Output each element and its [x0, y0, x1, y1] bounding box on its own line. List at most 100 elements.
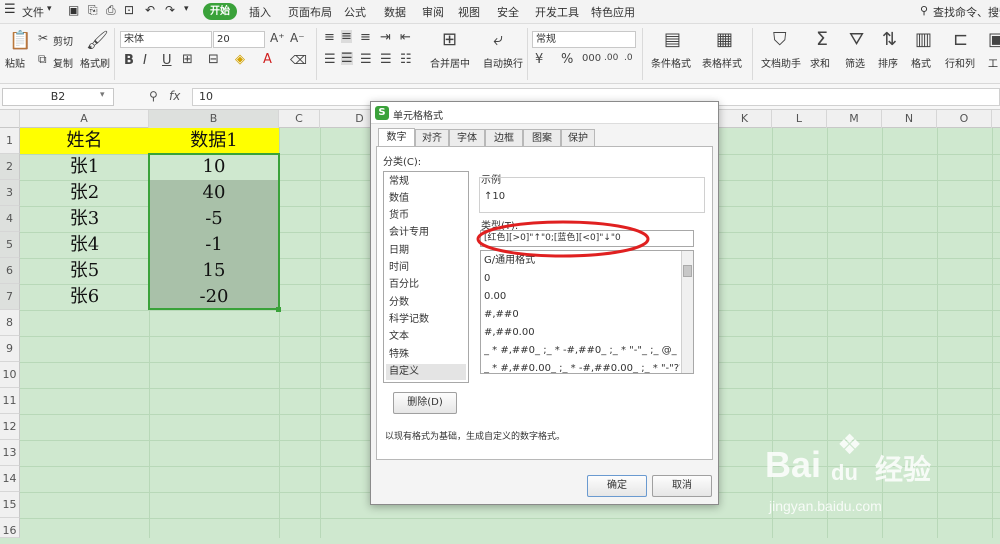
- list-item[interactable]: 常规: [386, 174, 466, 190]
- chevron-down-icon[interactable]: ▾: [100, 90, 105, 100]
- list-item[interactable]: 分数: [386, 295, 466, 311]
- paste-icon[interactable]: 📋: [9, 32, 31, 50]
- tab-number[interactable]: 数字: [378, 128, 415, 147]
- row-header[interactable]: 13: [0, 440, 20, 466]
- row-header[interactable]: 15: [0, 492, 20, 518]
- row-header[interactable]: 8: [0, 310, 20, 336]
- list-item[interactable]: 文本: [386, 329, 466, 345]
- format-list[interactable]: G/通用格式 0 0.00 #,##0 #,##0.00 _ * #,##0_ …: [480, 250, 694, 374]
- category-list[interactable]: 常规 数值 货币 会计专用 日期 时间 百分比 分数 科学记数 文本 特殊 自定…: [383, 171, 469, 383]
- search-command[interactable]: 查找命令、搜索: [933, 4, 1000, 20]
- tab-security[interactable]: 安全: [497, 4, 519, 20]
- column-header[interactable]: N: [882, 110, 937, 128]
- tab-review[interactable]: 审阅: [422, 4, 444, 20]
- table-cell[interactable]: -5: [149, 206, 279, 232]
- worksheet-button[interactable]: 工: [988, 55, 998, 70]
- tab-data[interactable]: 数据: [384, 4, 406, 20]
- distribute-icon[interactable]: ☷: [400, 53, 412, 66]
- table-cell[interactable]: 张6: [20, 284, 149, 310]
- row-header[interactable]: 12: [0, 414, 20, 440]
- worksheet-icon[interactable]: ▣: [988, 31, 1000, 49]
- list-item-selected[interactable]: 自定义: [386, 364, 466, 380]
- column-header[interactable]: O: [937, 110, 992, 128]
- align-middle-icon[interactable]: ≡: [341, 30, 352, 43]
- list-item[interactable]: #,##0: [484, 307, 680, 323]
- chevron-down-icon[interactable]: ▾: [47, 4, 52, 14]
- list-item[interactable]: 特殊: [386, 347, 466, 363]
- name-box[interactable]: B2: [2, 88, 114, 106]
- bold-icon[interactable]: B: [124, 54, 134, 67]
- list-item[interactable]: 会计专用: [386, 225, 466, 241]
- table-style-button[interactable]: 表格样式: [702, 55, 742, 70]
- justify-icon[interactable]: ☰: [380, 53, 392, 66]
- merge-center-button[interactable]: 合并居中: [430, 55, 470, 70]
- sum-icon[interactable]: Σ: [816, 30, 828, 49]
- hamburger-icon[interactable]: ☰: [4, 2, 16, 17]
- table-cell[interactable]: 张5: [20, 258, 149, 284]
- table-cell[interactable]: 40: [149, 180, 279, 206]
- table-cell[interactable]: 张4: [20, 232, 149, 258]
- currency-icon[interactable]: ¥: [535, 53, 543, 66]
- cut-button[interactable]: 剪切: [53, 33, 73, 48]
- percent-icon[interactable]: %: [561, 53, 573, 66]
- delete-button[interactable]: 删除(D): [393, 392, 457, 414]
- list-item[interactable]: 百分比: [386, 277, 466, 293]
- header-cell-data1[interactable]: 数据1: [149, 128, 279, 154]
- row-header[interactable]: 2: [0, 154, 20, 180]
- tab-insert[interactable]: 插入: [249, 4, 271, 20]
- header-cell-name[interactable]: 姓名: [20, 128, 149, 154]
- scrollbar-thumb[interactable]: [683, 265, 692, 277]
- align-right-icon[interactable]: ☰: [360, 53, 372, 66]
- tab-page-layout[interactable]: 页面布局: [288, 4, 332, 20]
- column-header[interactable]: M: [827, 110, 882, 128]
- column-header[interactable]: K: [718, 110, 772, 128]
- dialog-title-bar[interactable]: S 单元格格式: [371, 102, 718, 124]
- border-icon[interactable]: ⊞: [182, 53, 193, 66]
- table-cell[interactable]: -20: [149, 284, 279, 310]
- list-item[interactable]: _ * #,##0_ ;_ * -#,##0_ ;_ * "-"_ ;_ @_: [484, 343, 680, 359]
- outdent-icon[interactable]: ⇤: [400, 31, 411, 44]
- preview-icon[interactable]: ⊡: [124, 3, 134, 17]
- chevron-down-icon[interactable]: ▾: [184, 4, 189, 14]
- paste-button[interactable]: 粘贴: [5, 55, 25, 70]
- filter-icon[interactable]: ⛛: [849, 31, 864, 49]
- select-all-corner[interactable]: [0, 110, 20, 128]
- conditional-format-button[interactable]: 条件格式: [651, 55, 691, 70]
- row-header[interactable]: 7: [0, 284, 20, 310]
- zoom-icon[interactable]: ⚲: [149, 89, 158, 103]
- tab-font[interactable]: 字体: [449, 129, 485, 147]
- format-icon[interactable]: ▥: [915, 31, 932, 49]
- tab-view[interactable]: 视图: [458, 4, 480, 20]
- font-color-icon[interactable]: A: [263, 53, 272, 66]
- merge-center-icon[interactable]: ⊞: [442, 31, 457, 49]
- increase-font-icon[interactable]: A⁺: [270, 32, 285, 44]
- copy-button[interactable]: 复制: [53, 55, 73, 70]
- decrease-font-icon[interactable]: A⁻: [290, 32, 305, 44]
- fill-color-icon[interactable]: ◈: [235, 53, 245, 66]
- list-item[interactable]: 数值: [386, 191, 466, 207]
- table-cell[interactable]: -1: [149, 232, 279, 258]
- undo-icon[interactable]: ↶: [145, 3, 155, 17]
- ok-button[interactable]: 确定: [587, 475, 647, 497]
- table-cell[interactable]: 张3: [20, 206, 149, 232]
- align-left-icon[interactable]: ☰: [324, 53, 336, 66]
- wrap-text-icon[interactable]: ⤶: [493, 31, 503, 49]
- column-header[interactable]: C: [279, 110, 320, 128]
- column-header[interactable]: L: [772, 110, 827, 128]
- list-item[interactable]: 时间: [386, 260, 466, 276]
- menu-file[interactable]: 文件: [22, 4, 44, 20]
- row-header[interactable]: 1: [0, 128, 20, 154]
- list-item[interactable]: 货币: [386, 208, 466, 224]
- save-icon[interactable]: ▣: [68, 3, 79, 17]
- print-icon[interactable]: ⎙: [106, 3, 116, 18]
- table-cell[interactable]: 张1: [20, 154, 149, 180]
- tab-special[interactable]: 特色应用: [591, 4, 635, 20]
- tab-home[interactable]: 开始: [203, 3, 237, 20]
- column-header[interactable]: A: [20, 110, 149, 128]
- list-item[interactable]: 0: [484, 271, 680, 287]
- font-size-select[interactable]: 20: [213, 31, 265, 48]
- column-header[interactable]: B: [149, 110, 279, 128]
- table-cell[interactable]: 10: [149, 154, 279, 180]
- tab-border[interactable]: 边框: [485, 129, 523, 147]
- align-top-icon[interactable]: ≡: [324, 31, 335, 44]
